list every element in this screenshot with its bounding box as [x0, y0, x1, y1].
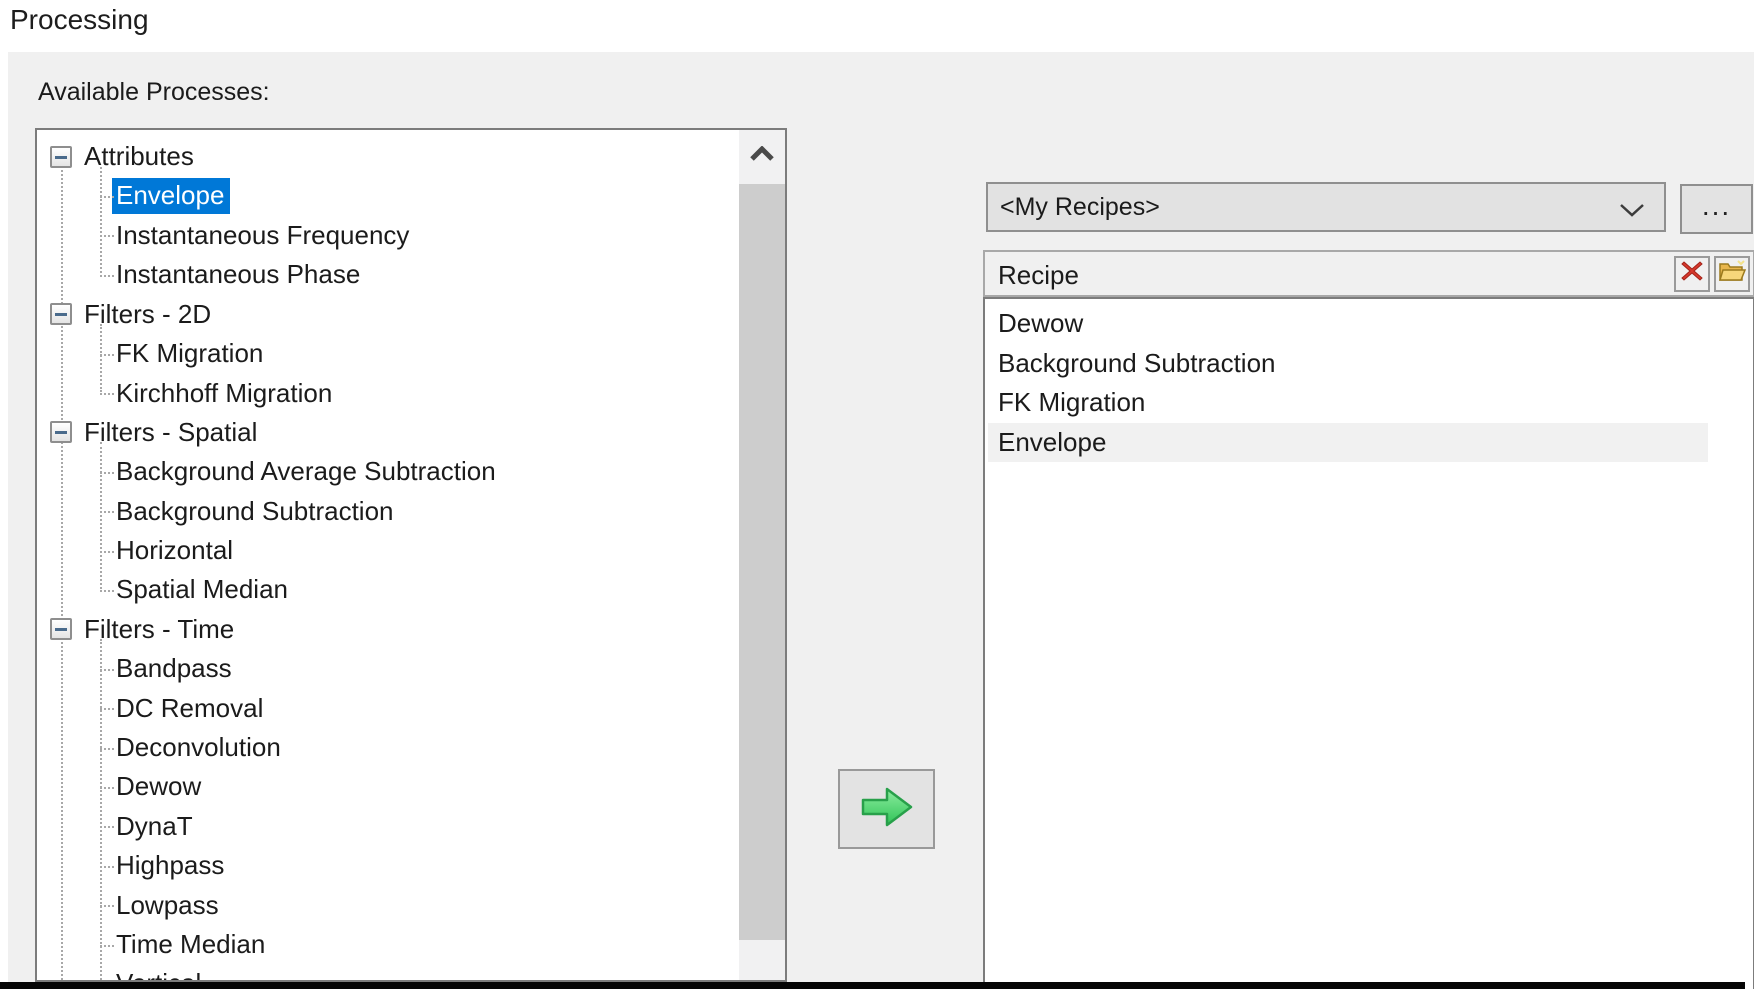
tree-item-label: Kirchhoff Migration — [116, 378, 332, 409]
tree-item-horizontal[interactable]: Horizontal — [37, 531, 739, 570]
tree-item-background-average-subtraction[interactable]: Background Average Subtraction — [37, 452, 739, 491]
green-arrow-right-icon — [857, 783, 917, 836]
tree-item-instantaneous-frequency[interactable]: Instantaneous Frequency — [37, 216, 739, 255]
process-tree: Attributes Envelope Instantaneous Frequenc… — [37, 137, 739, 980]
tree-item-dynat[interactable]: DynaT — [37, 807, 739, 846]
tree-connector — [100, 708, 114, 710]
minus-box-icon[interactable] — [50, 421, 72, 443]
recipe-row-fk-migration[interactable]: FK Migration — [985, 383, 1753, 423]
recipe-set-value: <My Recipes> — [1000, 193, 1160, 222]
tree-item-label: Filters - 2D — [84, 299, 211, 330]
tree-item-instantaneous-phase[interactable]: Instantaneous Phase — [37, 255, 739, 294]
tree-connector — [100, 590, 114, 592]
tree-item-background-subtraction[interactable]: Background Subtraction — [37, 492, 739, 531]
tree-item-filters-time[interactable]: Filters - Time — [37, 610, 739, 649]
recipe-row-background-subtraction[interactable]: Background Subtraction — [985, 344, 1753, 384]
tree-item-fk-migration[interactable]: FK Migration — [37, 334, 739, 373]
tree-connector — [100, 196, 114, 198]
available-processes-tree: Attributes Envelope Instantaneous Frequenc… — [35, 128, 787, 982]
red-x-icon — [1680, 259, 1704, 290]
scroll-up-button[interactable] — [739, 130, 785, 182]
tree-scrollbar[interactable] — [739, 130, 785, 980]
tree-connector — [100, 393, 114, 395]
tree-item-dewow[interactable]: Dewow — [37, 767, 739, 806]
recipe-row-dewow[interactable]: Dewow — [985, 304, 1753, 344]
tree-item-envelope[interactable]: Envelope — [37, 176, 739, 215]
delete-recipe-button[interactable] — [1674, 256, 1710, 292]
chevron-up-icon — [749, 146, 775, 167]
scrollbar-thumb[interactable] — [739, 184, 785, 940]
bottom-edge-bar — [0, 982, 1745, 989]
tree-connector — [100, 235, 114, 237]
recipe-set-dropdown[interactable]: <My Recipes> — [986, 182, 1666, 232]
tree-item-kirchhoff-migration[interactable]: Kirchhoff Migration — [37, 373, 739, 412]
tree-item-label: Instantaneous Phase — [116, 259, 360, 290]
minus-box-icon[interactable] — [50, 303, 72, 325]
tree-connector — [100, 669, 114, 671]
page-title: Processing — [10, 4, 149, 36]
recipe-name: Background Subtraction — [998, 348, 1276, 379]
tree-item-label: Background Average Subtraction — [116, 456, 496, 487]
tree-connector — [100, 551, 114, 553]
tree-item-label: Highpass — [116, 850, 224, 881]
tree-item-filters-spatial[interactable]: Filters - Spatial — [37, 413, 739, 452]
recipe-name: FK Migration — [998, 387, 1145, 418]
tree-item-spatial-median[interactable]: Spatial Median — [37, 570, 739, 609]
tree-item-lowpass[interactable]: Lowpass — [37, 885, 739, 924]
recipe-list-header: Recipe — [983, 250, 1754, 297]
tree-item-vertical[interactable]: Vertical — [37, 964, 739, 980]
folder-icon — [1718, 259, 1746, 290]
processing-panel: Available Processes: Attributes Envelope I… — [8, 52, 1754, 982]
tree-item-label: Horizontal — [116, 535, 233, 566]
tree-item-label: Filters - Time — [84, 614, 234, 645]
tree-item-label: Background Subtraction — [116, 496, 394, 527]
tree-item-time-median[interactable]: Time Median — [37, 925, 739, 964]
available-processes-label: Available Processes: — [38, 78, 270, 107]
tree-item-deconvolution[interactable]: Deconvolution — [37, 728, 739, 767]
tree-item-highpass[interactable]: Highpass — [37, 846, 739, 885]
recipe-list: Dewow Background Subtraction FK Migration E… — [983, 297, 1754, 989]
tree-connector — [100, 787, 114, 789]
tree-item-label: Spatial Median — [116, 574, 288, 605]
tree-item-label: Dewow — [116, 771, 201, 802]
tree-item-label: Instantaneous Frequency — [116, 220, 409, 251]
recipe-name: Dewow — [998, 308, 1083, 339]
tree-item-label: Bandpass — [116, 653, 232, 684]
tree-item-label-selected: Envelope — [112, 178, 230, 214]
tree-connector — [100, 748, 114, 750]
tree-item-label: Vertical — [116, 968, 201, 980]
tree-connector — [100, 826, 114, 828]
recipe-row-envelope[interactable]: Envelope — [988, 423, 1708, 463]
recipe-column-header: Recipe — [998, 260, 1079, 291]
minus-box-icon[interactable] — [50, 618, 72, 640]
tree-connector — [100, 905, 114, 907]
tree-item-label: Filters - Spatial — [84, 417, 257, 448]
tree-item-dc-removal[interactable]: DC Removal — [37, 688, 739, 727]
tree-item-label: Lowpass — [116, 890, 219, 921]
add-process-button[interactable] — [838, 769, 935, 849]
chevron-down-icon — [1618, 197, 1646, 226]
tree-item-label: FK Migration — [116, 338, 263, 369]
tree-item-label: Time Median — [116, 929, 265, 960]
tree-item-label: DC Removal — [116, 693, 263, 724]
tree-connector — [100, 354, 114, 356]
tree-item-label: Deconvolution — [116, 732, 281, 763]
tree-connector — [100, 866, 114, 868]
tree-item-attributes[interactable]: Attributes — [37, 137, 739, 176]
tree-item-label: DynaT — [116, 811, 193, 842]
tree-item-filters-2d[interactable]: Filters - 2D — [37, 295, 739, 334]
tree-item-label: Attributes — [84, 141, 194, 172]
minus-box-icon[interactable] — [50, 146, 72, 168]
tree-connector — [100, 472, 114, 474]
tree-connector — [100, 511, 114, 513]
tree-connector — [100, 275, 114, 277]
new-recipe-folder-button[interactable] — [1714, 256, 1750, 292]
recipe-name: Envelope — [998, 427, 1106, 458]
tree-item-bandpass[interactable]: Bandpass — [37, 649, 739, 688]
browse-recipes-button[interactable]: ... — [1680, 184, 1753, 234]
tree-connector — [100, 945, 114, 947]
